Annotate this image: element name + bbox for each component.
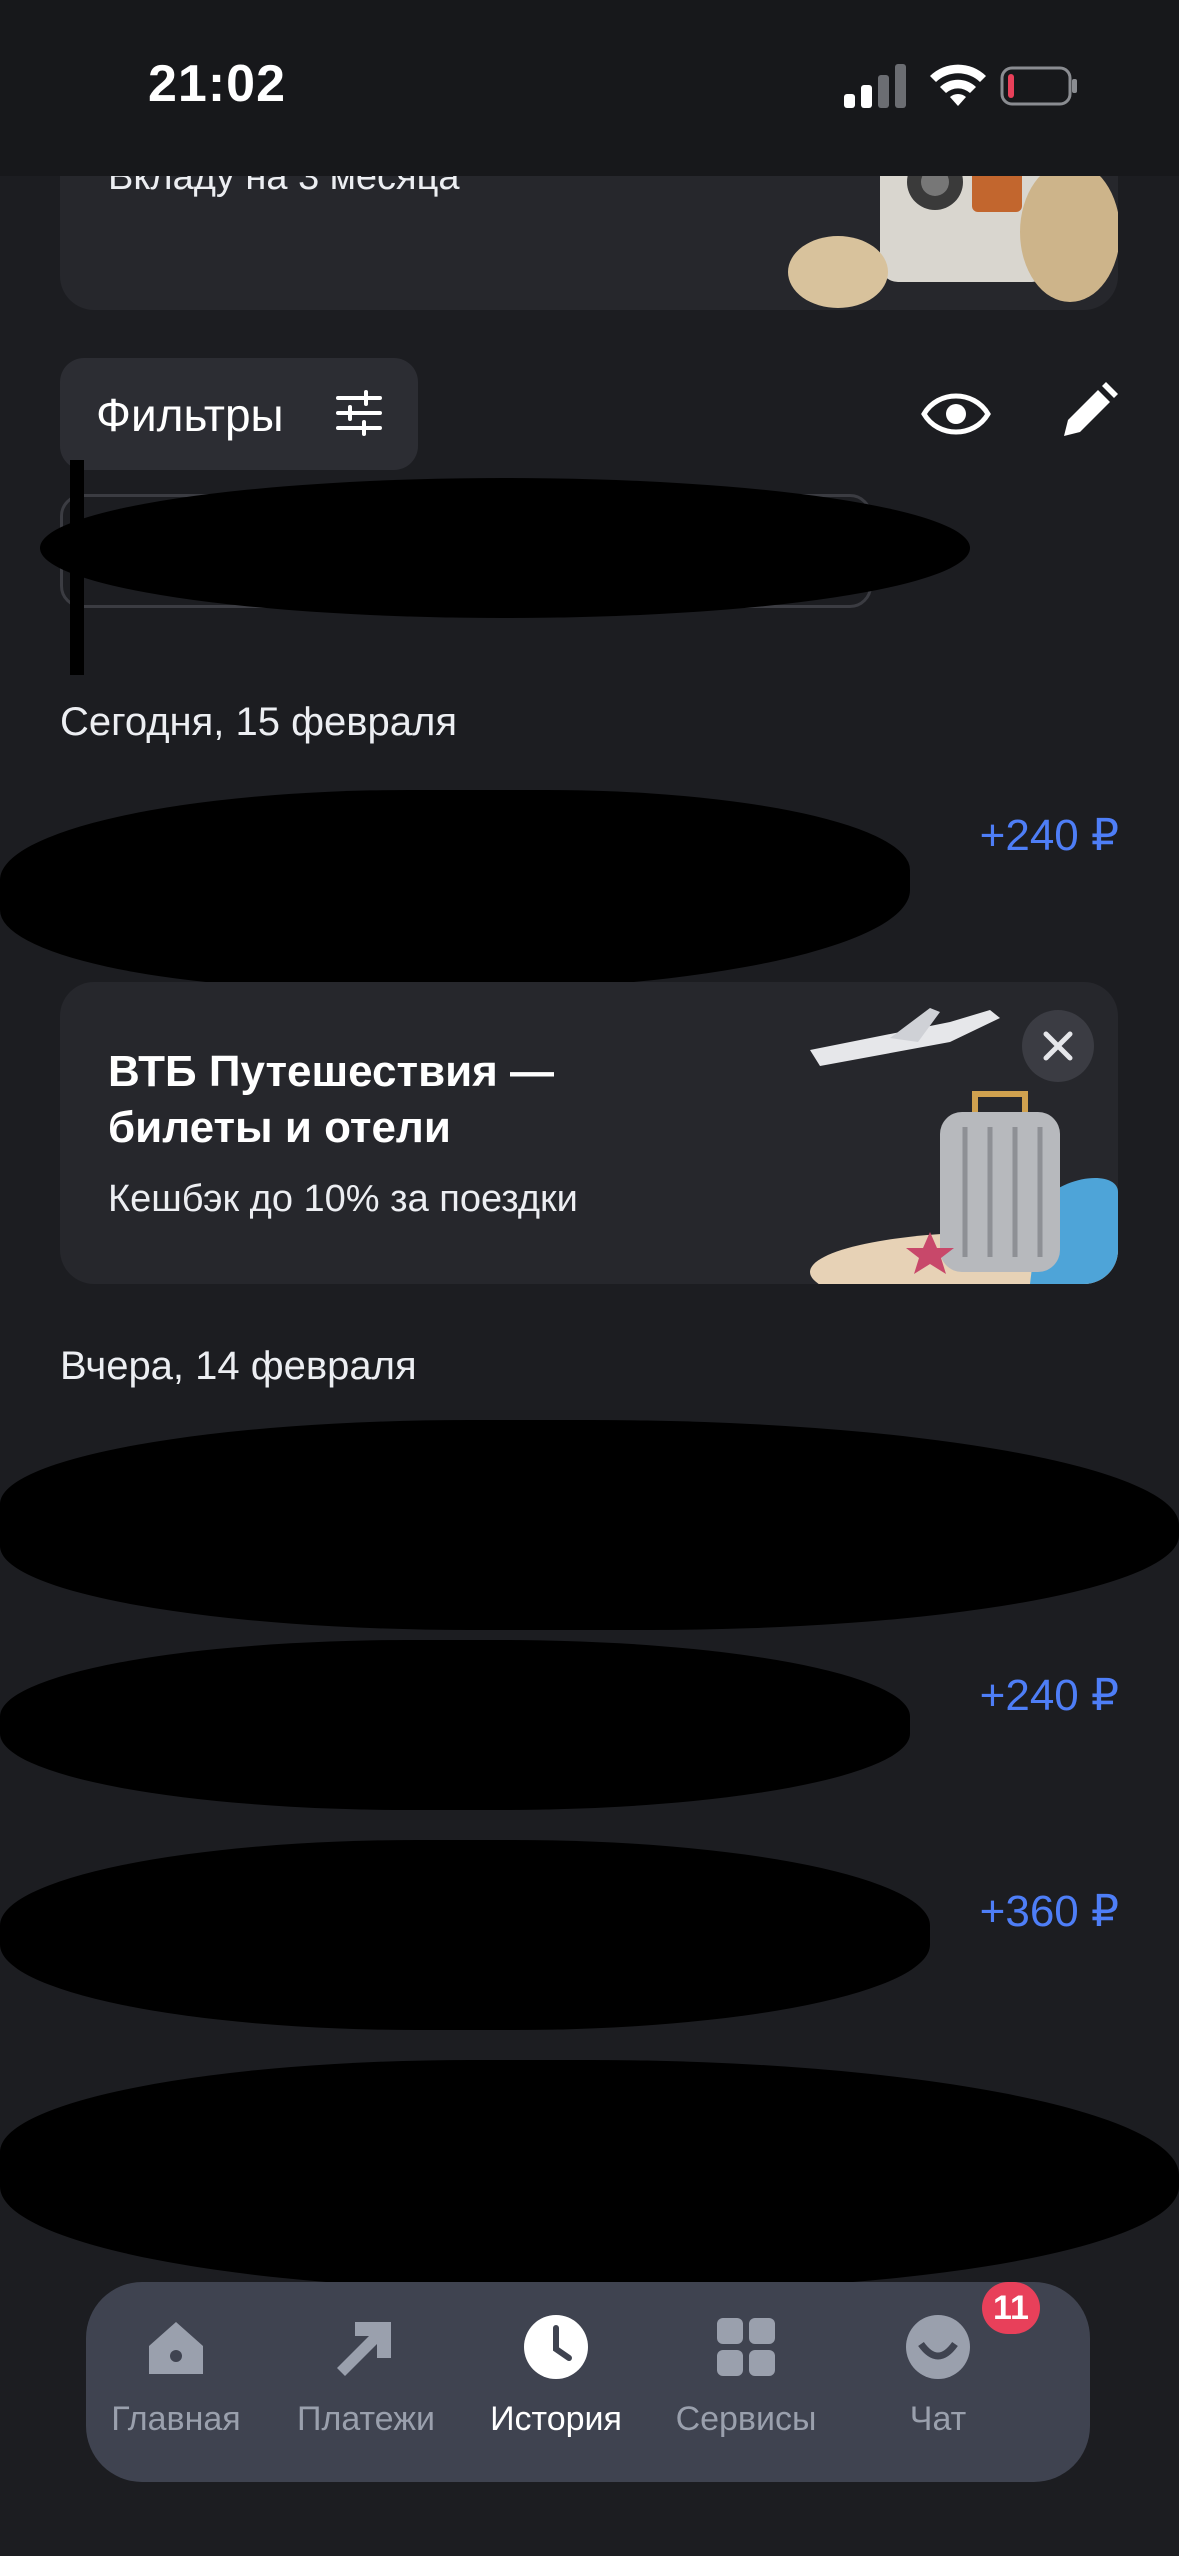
chat-badge: 11 (982, 2282, 1040, 2334)
status-time: 21:02 (148, 55, 286, 113)
redacted-mark (70, 460, 84, 675)
wifi-icon (930, 64, 986, 106)
filters-label: Фильтры (96, 389, 284, 441)
redacted-transaction (0, 1840, 930, 2030)
date-header-today: Сегодня, 15 февраля (60, 700, 458, 744)
status-bar: 21:02 (0, 0, 1179, 176)
travel-promo-title: ВТБ Путешествия — билеты и отели (108, 1047, 555, 1152)
pencil-icon[interactable] (1054, 380, 1120, 446)
home-icon (149, 2322, 203, 2374)
travel-promo-subtitle: Кешбэк до 10% за поездки (108, 1178, 578, 1220)
redacted-search (40, 478, 970, 618)
close-icon (1043, 1031, 1073, 1061)
redacted-transaction (0, 2060, 1179, 2290)
arrow-icon (337, 2322, 391, 2376)
battery-icon (1000, 66, 1077, 106)
travel-promo-card[interactable]: ВТБ Путешествия — билеты и отели Кешбэк … (60, 982, 1118, 1284)
bottom-tab-bar: Главная Платежи История Сервисы Чат (86, 2282, 1090, 2482)
tab-home[interactable]: Главная (86, 2312, 266, 2439)
tab-home-label: Главная (111, 2400, 241, 2438)
chat-icon (906, 2315, 970, 2379)
date-header-yesterday: Вчера, 14 февраля (60, 1344, 417, 1388)
tab-chat-label: Чат (909, 2400, 967, 2438)
filters-button[interactable]: Фильтры (60, 358, 418, 470)
close-promo-button[interactable] (1022, 1010, 1094, 1082)
tab-payments-label: Платежи (297, 2400, 435, 2438)
tab-payments[interactable]: Платежи (276, 2312, 456, 2439)
transaction-amount: +240 ₽ (979, 1671, 1119, 1720)
redacted-transaction (0, 1420, 1179, 1630)
cellular-signal-icon (844, 64, 906, 108)
tab-history[interactable]: История (466, 2312, 646, 2439)
tab-services[interactable]: Сервисы (656, 2312, 836, 2439)
redacted-transaction (0, 790, 910, 990)
transaction-amount: +240 ₽ (979, 811, 1119, 860)
grid-icon (717, 2318, 775, 2376)
redacted-transaction (0, 1640, 910, 1810)
tab-history-label: История (490, 2400, 622, 2438)
sliders-icon (336, 390, 382, 436)
clock-icon (524, 2315, 588, 2379)
transaction-amount: +360 ₽ (979, 1887, 1119, 1936)
tab-services-label: Сервисы (675, 2400, 817, 2438)
eye-icon[interactable] (920, 378, 992, 450)
